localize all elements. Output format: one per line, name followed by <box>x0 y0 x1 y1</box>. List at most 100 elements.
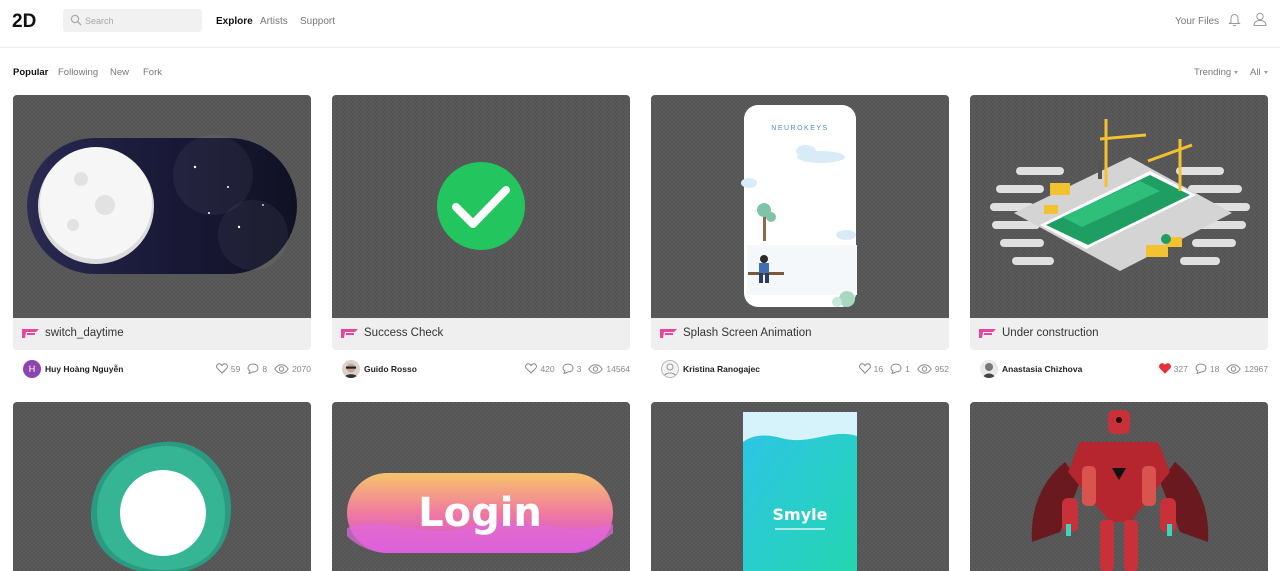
card-title-bar[interactable]: Success Check <box>332 318 630 350</box>
card-meta: H Huy Hoàng Nguyễn 59 8 2070 <box>13 350 311 386</box>
nav-artists[interactable]: Artists <box>260 16 288 27</box>
like-stat[interactable]: 59 <box>215 363 241 374</box>
avatar[interactable] <box>342 360 360 378</box>
logo-icon[interactable]: 2D <box>12 10 50 30</box>
author-name[interactable]: Anastasia Chizhova <box>1002 364 1082 374</box>
card-meta: Guido Rosso 420 3 14564 <box>332 350 630 386</box>
filter-popular[interactable]: Popular <box>13 67 48 78</box>
chevron-down-icon <box>1263 70 1268 74</box>
like-count: 16 <box>873 363 884 374</box>
eye-icon <box>1226 363 1242 374</box>
scope-label: All <box>1250 67 1261 78</box>
project-thumbnail[interactable] <box>970 402 1268 571</box>
user-icon[interactable] <box>1253 12 1267 26</box>
comment-stat[interactable]: 18 <box>1195 363 1219 374</box>
default-avatar-icon <box>664 363 676 377</box>
filter-fork[interactable]: Fork <box>143 67 162 78</box>
like-count: 59 <box>230 363 241 374</box>
nav-support[interactable]: Support <box>300 16 335 27</box>
comment-count: 1 <box>905 363 910 374</box>
project-thumbnail[interactable] <box>332 95 630 318</box>
scope-dropdown[interactable]: All <box>1250 67 1268 78</box>
login-text: Login <box>418 490 542 536</box>
author-name[interactable]: Guido Rosso <box>364 364 417 374</box>
comment-icon <box>890 363 902 374</box>
view-count: 952 <box>934 363 949 374</box>
project-card[interactable]: NEUROKEYS Splash Screen Animation Kristi… <box>651 95 949 386</box>
chevron-down-icon <box>1234 70 1239 74</box>
filter-new[interactable]: New <box>110 67 129 78</box>
avatar-image <box>980 360 998 378</box>
project-thumbnail[interactable]: Login <box>332 402 630 571</box>
like-stat[interactable]: 327 <box>1158 363 1188 374</box>
project-thumbnail[interactable] <box>970 95 1268 318</box>
author-name[interactable]: Huy Hoàng Nguyễn <box>45 364 123 374</box>
view-stat: 2070 <box>274 364 311 374</box>
comment-stat[interactable]: 8 <box>247 363 267 374</box>
project-card[interactable] <box>970 402 1268 571</box>
avatar-image <box>342 360 360 378</box>
nav-explore[interactable]: Explore <box>216 16 253 27</box>
card-title[interactable]: Success Check <box>364 327 443 339</box>
check-illustration <box>437 162 525 250</box>
project-card[interactable]: Smyle <box>651 402 949 571</box>
card-title-bar[interactable]: Splash Screen Animation <box>651 318 949 350</box>
svg-text:2D: 2D <box>12 11 36 30</box>
eye-icon <box>917 363 932 374</box>
like-stat[interactable]: 16 <box>858 363 884 374</box>
heart-icon <box>525 363 538 374</box>
like-stat[interactable]: 420 <box>525 363 555 374</box>
your-files-link[interactable]: Your Files <box>1175 16 1219 27</box>
card-stats: 16 1 952 <box>852 363 949 374</box>
sort-dropdown[interactable]: Trending <box>1194 67 1239 78</box>
view-stat: 12967 <box>1226 364 1268 374</box>
card-meta: Kristina Ranogajec 16 1 952 <box>651 350 949 386</box>
project-card[interactable] <box>13 402 311 571</box>
project-card[interactable]: switch_daytime H Huy Hoàng Nguyễn 59 8 2… <box>13 95 311 386</box>
heart-icon <box>215 363 228 374</box>
flag-icon <box>979 329 996 338</box>
flag-icon <box>660 329 677 338</box>
project-thumbnail[interactable]: Smyle <box>651 402 949 571</box>
card-stats: 59 8 2070 <box>209 363 311 374</box>
comment-icon <box>562 363 574 374</box>
search-input[interactable] <box>85 12 195 29</box>
card-title-bar[interactable]: Under construction <box>970 318 1268 350</box>
view-count: 2070 <box>292 363 311 374</box>
smyle-splash-illustration: Smyle <box>743 412 857 571</box>
project-thumbnail[interactable] <box>13 402 311 571</box>
comment-count: 18 <box>1209 363 1220 374</box>
author-name[interactable]: Kristina Ranogajec <box>683 364 760 374</box>
card-title-bar[interactable]: switch_daytime <box>13 318 311 350</box>
moon-toggle-illustration <box>27 135 297 274</box>
construction-illustration <box>990 119 1250 271</box>
comment-stat[interactable]: 3 <box>562 363 582 374</box>
bell-icon[interactable] <box>1228 13 1241 27</box>
avatar[interactable] <box>980 360 998 378</box>
filter-following[interactable]: Following <box>58 67 98 78</box>
card-title[interactable]: Under construction <box>1002 327 1099 339</box>
like-count: 327 <box>1173 363 1188 374</box>
flag-icon <box>22 329 39 338</box>
like-count: 420 <box>540 363 555 374</box>
smyle-text: Smyle <box>773 505 828 524</box>
project-thumbnail[interactable] <box>13 95 311 318</box>
project-card[interactable]: Success Check Guido Rosso 420 3 14564 <box>332 95 630 386</box>
avatar[interactable] <box>661 360 679 378</box>
phone-splash-illustration: NEUROKEYS <box>741 105 857 307</box>
avatar[interactable]: H <box>23 360 41 378</box>
search-box[interactable] <box>63 9 202 32</box>
comment-count: 3 <box>576 363 582 374</box>
comment-stat[interactable]: 1 <box>890 363 910 374</box>
comment-count: 8 <box>262 363 268 374</box>
card-title[interactable]: Splash Screen Animation <box>683 327 812 339</box>
card-title[interactable]: switch_daytime <box>45 327 124 339</box>
sort-label: Trending <box>1194 67 1232 78</box>
project-card[interactable]: Login <box>332 402 630 571</box>
project-card[interactable]: Under construction Anastasia Chizhova 32… <box>970 95 1268 386</box>
card-stats: 420 3 14564 <box>518 363 630 374</box>
eye-icon <box>274 363 289 374</box>
project-thumbnail[interactable]: NEUROKEYS <box>651 95 949 318</box>
neurokeys-text: NEUROKEYS <box>771 125 828 132</box>
heart-icon <box>858 363 871 374</box>
